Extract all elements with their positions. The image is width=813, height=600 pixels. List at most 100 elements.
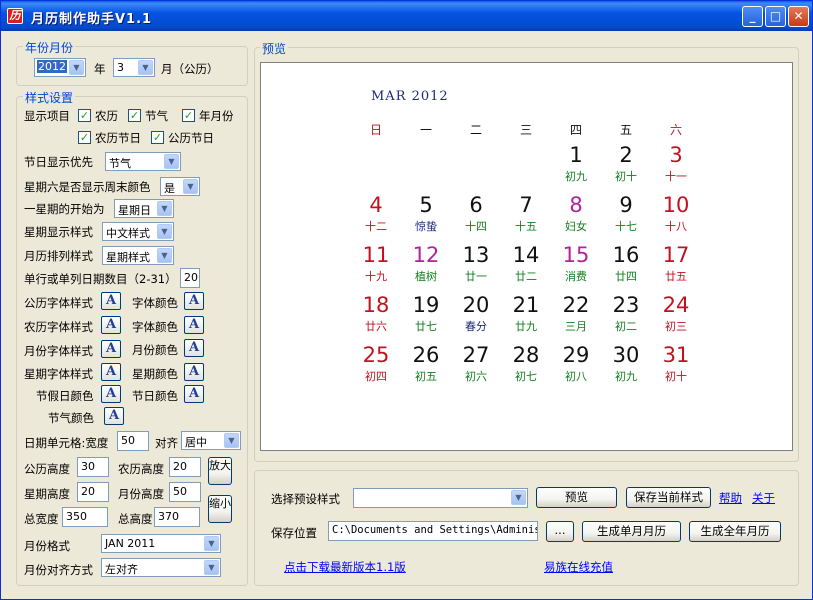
day-number: 1 xyxy=(569,143,583,167)
week-display-select[interactable]: 中文样式 ▼ xyxy=(102,222,174,241)
lunar-holiday-checkbox-label: 农历节日 xyxy=(95,131,141,145)
calendar-day-cell: 1 初九 xyxy=(554,143,598,184)
gregorian-font-color-button[interactable]: A xyxy=(184,292,204,310)
lunar-font-color-label: 字体颜色 xyxy=(132,320,178,334)
week-height-label: 星期高度 xyxy=(24,487,70,501)
month-height-input[interactable]: 50 xyxy=(169,482,201,502)
lunar-date: 消费 xyxy=(565,270,587,283)
festival-color-label: 节日颜色 xyxy=(132,389,178,403)
lunar-date: 廿九 xyxy=(515,320,537,333)
festival-color-button[interactable]: A xyxy=(184,385,204,403)
display-items-label: 显示项目 xyxy=(24,109,70,123)
dates-per-row-input[interactable]: 20 xyxy=(180,268,200,288)
saturday-weekend-select[interactable]: 是 ▼ xyxy=(160,177,200,196)
holiday-priority-select[interactable]: 节气 ▼ xyxy=(105,152,181,171)
lunar-height-label: 农历高度 xyxy=(118,462,164,476)
day-number: 19 xyxy=(412,293,440,317)
calendar-day-cell: 2 初十 xyxy=(604,143,648,184)
browse-button[interactable]: ... xyxy=(546,521,574,542)
minimize-button[interactable]: _ xyxy=(742,6,763,27)
month-select[interactable]: 3 ▼ xyxy=(113,58,155,77)
total-width-label: 总宽度 xyxy=(24,512,59,526)
chevron-down-icon[interactable]: ▼ xyxy=(157,201,172,216)
maximize-button[interactable]: □ xyxy=(765,6,786,27)
chevron-down-icon[interactable]: ▼ xyxy=(138,60,153,75)
chevron-down-icon[interactable]: ▼ xyxy=(183,179,198,194)
chevron-down-icon[interactable]: ▼ xyxy=(157,248,172,263)
gregorian-height-input[interactable]: 30 xyxy=(77,457,109,477)
day-number: 15 xyxy=(562,243,590,267)
preset-style-select[interactable]: ▼ xyxy=(353,488,528,508)
lunar-height-input[interactable]: 20 xyxy=(169,457,201,477)
week-height-input[interactable]: 20 xyxy=(77,482,109,502)
day-number: 5 xyxy=(419,193,433,217)
day-number: 24 xyxy=(662,293,690,317)
chevron-down-icon[interactable]: ▼ xyxy=(511,490,526,505)
holiday-color-label: 节假日颜色 xyxy=(36,389,94,403)
day-number: 7 xyxy=(519,193,533,217)
preview-button[interactable]: 预览 xyxy=(536,487,617,508)
month-color-button[interactable]: A xyxy=(184,339,204,357)
chevron-down-icon[interactable]: ▼ xyxy=(224,433,239,448)
lunar-date: 初十 xyxy=(615,170,637,183)
style-legend: 样式设置 xyxy=(23,89,76,106)
calendar-preview: MAR 2012 日 一 二 三 四 五 六 1 初九 2 初十 3 十一 4 十二 5 惊蛰 6 十四 7 十五 8 妇女… xyxy=(260,62,793,451)
weekday-header: 五 xyxy=(619,123,632,137)
chevron-down-icon[interactable]: ▼ xyxy=(164,154,179,169)
week-font-button[interactable]: A xyxy=(101,363,121,381)
lunar-date: 十五 xyxy=(515,220,537,233)
lunar-date: 初十 xyxy=(665,370,687,383)
gregorian-holiday-checkbox[interactable]: ✓ xyxy=(151,131,164,144)
help-link[interactable]: 帮助 xyxy=(719,490,742,506)
week-color-button[interactable]: A xyxy=(184,363,204,381)
week-start-select[interactable]: 星期日 ▼ xyxy=(114,199,174,218)
month-arrange-select[interactable]: 星期样式 ▼ xyxy=(102,246,174,265)
lunar-holiday-checkbox[interactable]: ✓ xyxy=(78,131,91,144)
save-path-input[interactable]: C:\Documents and Settings\Administ xyxy=(328,521,538,541)
gregorian-font-label: 公历字体样式 xyxy=(24,296,93,310)
cell-width-input[interactable]: 50 xyxy=(117,431,149,451)
close-button[interactable]: ✕ xyxy=(788,6,809,27)
lunar-date: 初三 xyxy=(665,320,687,333)
day-number: 25 xyxy=(362,343,390,367)
month-font-button[interactable]: A xyxy=(101,340,121,358)
solar-term-color-button[interactable]: A xyxy=(104,407,124,425)
align-select[interactable]: 居中 ▼ xyxy=(181,431,241,450)
lunar-checkbox[interactable]: ✓ xyxy=(78,109,91,122)
online-recharge-link[interactable]: 易族在线充值 xyxy=(544,559,613,575)
total-height-input[interactable]: 370 xyxy=(154,507,200,527)
chevron-down-icon[interactable]: ▼ xyxy=(69,60,84,75)
generate-month-button[interactable]: 生成单月月历 xyxy=(582,521,681,542)
zoom-in-button[interactable]: 放大 xyxy=(208,457,232,485)
app-logo-icon[interactable]: 历 xyxy=(7,8,23,24)
lunar-font-button[interactable]: A xyxy=(101,316,121,334)
about-link[interactable]: 关于 xyxy=(752,490,775,506)
calendar-day-cell: 4 十二 xyxy=(354,193,398,234)
day-number: 3 xyxy=(669,143,683,167)
year-month-checkbox[interactable]: ✓ xyxy=(182,109,195,122)
save-style-button[interactable]: 保存当前样式 xyxy=(626,487,711,508)
month-format-select[interactable]: JAN 2011 ▼ xyxy=(101,534,221,553)
month-align-select[interactable]: 左对齐 ▼ xyxy=(101,558,221,577)
lunar-date: 廿一 xyxy=(465,270,487,283)
lunar-font-color-button[interactable]: A xyxy=(184,316,204,334)
day-number: 29 xyxy=(562,343,590,367)
lunar-date: 初九 xyxy=(615,370,637,383)
total-width-input[interactable]: 350 xyxy=(62,507,108,527)
zoom-out-button[interactable]: 缩小 xyxy=(208,495,232,523)
lunar-date: 廿五 xyxy=(665,270,687,283)
download-latest-link[interactable]: 点击下载最新版本1.1版 xyxy=(284,559,406,575)
gregorian-font-button[interactable]: A xyxy=(101,292,121,310)
chevron-down-icon[interactable]: ▼ xyxy=(204,536,219,551)
day-number: 28 xyxy=(512,343,540,367)
calendar-day-cell: 21 廿九 xyxy=(504,293,548,334)
chevron-down-icon[interactable]: ▼ xyxy=(157,224,172,239)
lunar-date: 十一 xyxy=(665,170,687,183)
lunar-date: 廿四 xyxy=(615,270,637,283)
holiday-color-button[interactable]: A xyxy=(101,385,121,403)
title-bar[interactable]: 历 月历制作助手V1.1 _ □ ✕ xyxy=(1,1,812,31)
generate-year-button[interactable]: 生成全年月历 xyxy=(689,521,781,542)
chevron-down-icon[interactable]: ▼ xyxy=(204,560,219,575)
solar-term-checkbox[interactable]: ✓ xyxy=(128,109,141,122)
year-select[interactable]: 2012 ▼ xyxy=(34,58,86,77)
